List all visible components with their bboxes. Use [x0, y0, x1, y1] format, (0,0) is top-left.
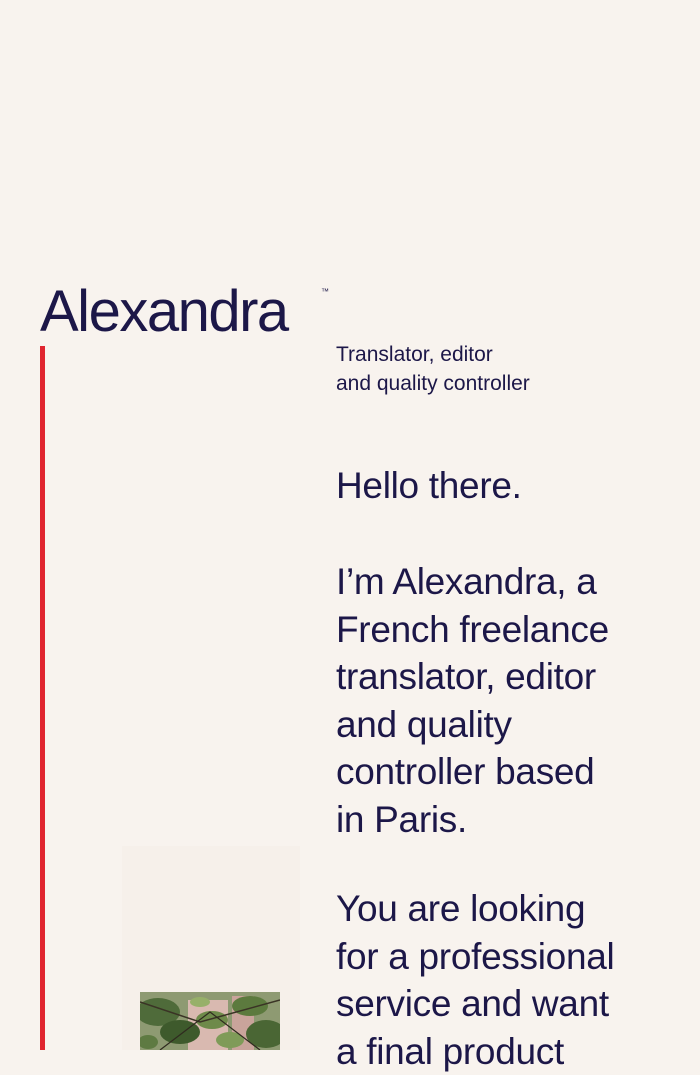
pitch-line: You are looking — [336, 885, 676, 933]
intro-line: in Paris. — [336, 796, 676, 844]
accent-divider-line — [40, 346, 45, 1050]
tagline-line-2: and quality controller — [336, 369, 636, 398]
greeting-heading: Hello there. — [336, 462, 522, 510]
brand-logo[interactable]: Alexandra — [40, 282, 288, 342]
pitch-line: a final product — [336, 1028, 676, 1075]
tagline-line-1: Translator, editor — [336, 340, 636, 369]
foliage-photo — [140, 992, 280, 1050]
intro-paragraph: I’m Alexandra, a French freelance transl… — [336, 558, 676, 843]
intro-line: translator, editor — [336, 653, 676, 701]
foliage-image — [140, 992, 280, 1050]
pitch-line: service and want — [336, 980, 676, 1028]
intro-line: and quality — [336, 701, 676, 749]
intro-line: French freelance — [336, 606, 676, 654]
pitch-line: for a professional — [336, 933, 676, 981]
tagline: Translator, editor and quality controlle… — [336, 340, 636, 398]
intro-line: I’m Alexandra, a — [336, 558, 676, 606]
pitch-paragraph: You are looking for a professional servi… — [336, 885, 676, 1075]
trademark-symbol: ™ — [321, 288, 329, 296]
intro-line: controller based — [336, 748, 676, 796]
